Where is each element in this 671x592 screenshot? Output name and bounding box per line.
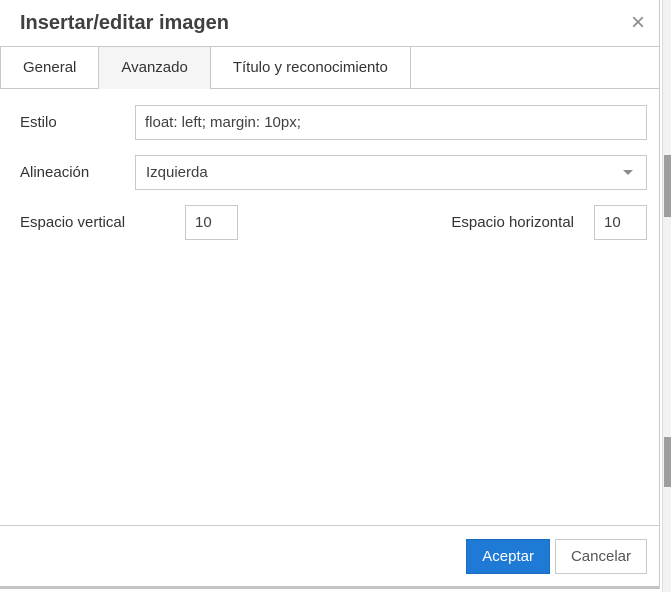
- horizontal-space-label: Espacio horizontal: [451, 214, 574, 231]
- scrollbar-thumb-upper[interactable]: [664, 155, 671, 217]
- tab-avanzado[interactable]: Avanzado: [99, 47, 211, 89]
- style-input[interactable]: [135, 105, 647, 140]
- alignment-row: Alineación Izquierda: [20, 155, 647, 190]
- tab-titulo-y-reconocimiento[interactable]: Título y reconocimiento: [210, 47, 411, 88]
- insert-edit-image-dialog-stage: Insertar/editar imagen × General Avanzad…: [0, 0, 671, 592]
- insert-edit-image-dialog: Insertar/editar imagen × General Avanzad…: [0, 0, 660, 589]
- tab-strip: General Avanzado Título y reconocimiento: [0, 47, 659, 89]
- scrollbar-thumb-lower[interactable]: [664, 437, 671, 487]
- chevron-down-icon: [623, 170, 633, 175]
- alignment-select[interactable]: Izquierda: [135, 155, 647, 190]
- vertical-space-input[interactable]: [185, 205, 238, 240]
- close-icon[interactable]: ×: [629, 11, 647, 35]
- dialog-title: Insertar/editar imagen: [20, 11, 229, 34]
- style-row: Estilo: [20, 105, 647, 140]
- dialog-body: Estilo Alineación Izquierda Espacio vert…: [0, 89, 659, 525]
- cancel-button[interactable]: Cancelar: [554, 538, 647, 574]
- vertical-space-label: Espacio vertical: [20, 214, 126, 231]
- dialog-header: Insertar/editar imagen ×: [0, 0, 659, 47]
- horizontal-space-input[interactable]: [594, 205, 647, 240]
- accept-button[interactable]: Aceptar: [466, 538, 550, 574]
- alignment-selected-value: Izquierda: [146, 164, 208, 181]
- page-scrollbar[interactable]: [662, 0, 671, 592]
- alignment-label: Alineación: [20, 164, 90, 181]
- style-label: Estilo: [20, 114, 57, 131]
- tab-general[interactable]: General: [0, 47, 100, 88]
- dialog-footer: Aceptar Cancelar: [0, 525, 659, 586]
- spacing-row: Espacio vertical Espacio horizontal: [20, 205, 647, 240]
